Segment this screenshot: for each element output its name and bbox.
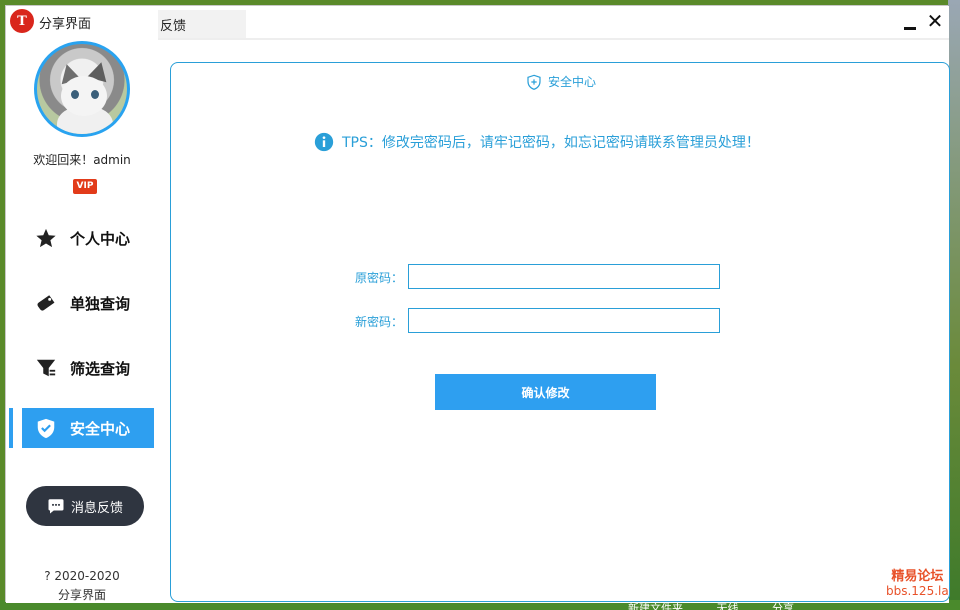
tips-text: TPS：修改完密码后，请牢记密码，如忘记密码请联系管理员处理！ xyxy=(342,135,760,151)
app-logo-icon: T xyxy=(10,9,34,33)
title-bar[interactable]: T 分享界面 反馈 ✕ xyxy=(6,6,949,38)
sidebar: 欢迎回来！admin VIP 个人中心 单独查询 筛选查询 安全中心 消息反馈 … xyxy=(6,38,158,603)
avatar-cat-eye xyxy=(91,90,99,99)
avatar-cat-eye xyxy=(71,90,79,99)
window-title: 分享界面 xyxy=(39,17,92,32)
tab-feedback[interactable]: 反馈 xyxy=(158,10,246,38)
sidebar-item-label: 筛选查询 xyxy=(70,359,131,378)
sidebar-item-security-center[interactable]: 安全中心 xyxy=(22,408,154,448)
filter-icon xyxy=(34,356,58,380)
star-icon xyxy=(34,226,58,250)
desktop-icon-label[interactable]: 分享 xyxy=(772,602,794,610)
footer-app-name: 分享界面 xyxy=(57,588,106,602)
forum-watermark: 精易论坛 bbs.125.la xyxy=(886,569,949,599)
old-password-label: 原密码： xyxy=(354,271,403,285)
tips-message: TPS：修改完密码后，请牢记密码，如忘记密码请联系管理员处理！ xyxy=(314,132,760,152)
minimize-button[interactable] xyxy=(899,12,921,34)
main-window: T 分享界面 反馈 ✕ 欢迎回来！admin VIP 个人中心 单独查询 筛选查… xyxy=(5,5,950,603)
info-icon xyxy=(314,132,334,152)
security-panel: 安全中心 TPS：修改完密码后，请牢记密码，如忘记密码请联系管理员处理！ 原密码… xyxy=(170,62,950,602)
desktop-icon-label[interactable]: 无线 xyxy=(717,602,739,610)
tag-icon xyxy=(34,291,58,315)
sidebar-item-personal-center[interactable]: 个人中心 xyxy=(22,218,154,258)
sidebar-item-filter-query[interactable]: 筛选查询 xyxy=(22,348,154,388)
chat-bubble-icon xyxy=(47,497,65,515)
welcome-text: 欢迎回来！admin xyxy=(33,153,131,167)
sidebar-item-label: 安全中心 xyxy=(70,419,131,438)
desktop-icon-label[interactable]: 新建文件夹 xyxy=(628,602,683,610)
sidebar-item-label: 单独查询 xyxy=(70,294,131,313)
shield-check-icon xyxy=(34,416,58,440)
shield-plus-icon xyxy=(526,74,542,90)
feedback-button-label: 消息反馈 xyxy=(70,500,123,516)
new-password-label: 新密码： xyxy=(354,315,403,329)
footer-copyright: ? 2020-2020 xyxy=(44,569,120,583)
panel-title: 安全中心 xyxy=(520,73,603,90)
vip-badge: VIP xyxy=(73,179,97,194)
sidebar-item-single-query[interactable]: 单独查询 xyxy=(22,283,154,323)
panel-title-label: 安全中心 xyxy=(548,75,597,89)
watermark-line1: 精易论坛 xyxy=(891,569,944,584)
sidebar-item-label: 个人中心 xyxy=(70,229,131,248)
new-password-input[interactable] xyxy=(408,308,720,333)
feedback-button[interactable]: 消息反馈 xyxy=(26,486,144,526)
active-indicator xyxy=(9,408,13,448)
avatar[interactable] xyxy=(34,41,130,137)
main-content: 安全中心 TPS：修改完密码后，请牢记密码，如忘记密码请联系管理员处理！ 原密码… xyxy=(158,38,950,603)
old-password-input[interactable] xyxy=(408,264,720,289)
watermark-line2: bbs.125.la xyxy=(886,584,949,598)
avatar-cat-face xyxy=(61,76,107,116)
confirm-change-button[interactable]: 确认修改 xyxy=(435,374,656,410)
close-button[interactable]: ✕ xyxy=(923,8,947,34)
